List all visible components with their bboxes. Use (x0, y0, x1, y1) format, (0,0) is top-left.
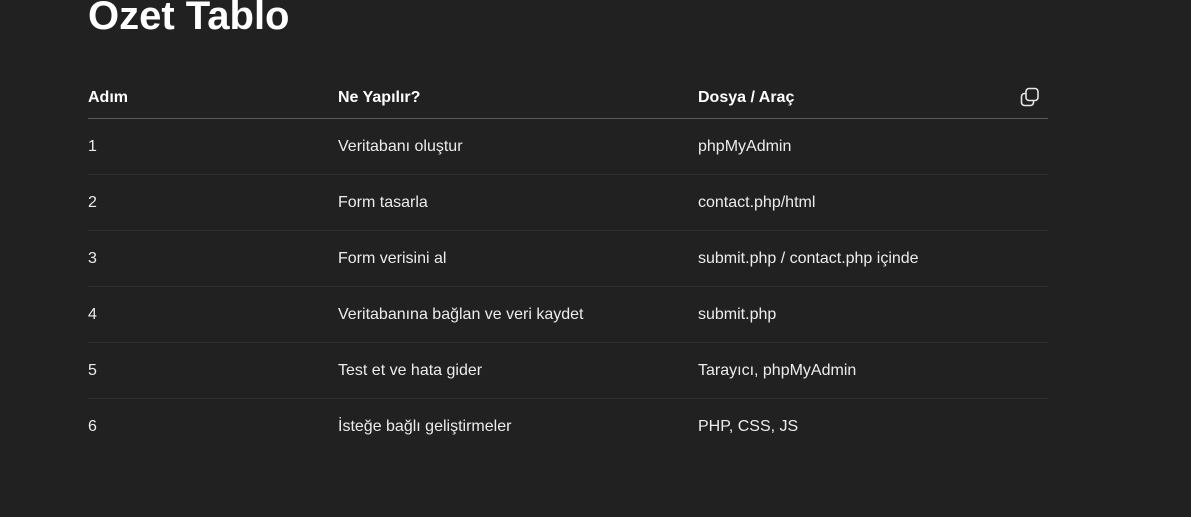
cell-step: 1 (88, 118, 338, 175)
page: Özet Tablo Adım Ne Yapılır? Dosya / Araç… (0, 0, 1191, 517)
cell-step: 2 (88, 174, 338, 231)
cell-what: İsteğe bağlı geliştirmeler (338, 417, 512, 435)
copy-table-button[interactable] (1019, 86, 1041, 108)
cell-tool: contact.php/html (698, 174, 1048, 231)
page-title: Özet Tablo (88, 0, 290, 38)
cell-what: Veritabanına bağlan ve veri kaydet (338, 286, 698, 343)
table-header-row: Adım Ne Yapılır? Dosya / Araç (88, 78, 1048, 119)
table-row: 6 İsteğe bağlı geliştirmeler PHP, CSS, J… (88, 399, 1048, 455)
table-row: 3 Form verisini al submit.php / contact.… (88, 230, 1048, 287)
copy-icon (1020, 87, 1039, 107)
cell-what: Test et ve hata gider (338, 342, 698, 399)
cell-what: Form tasarla (338, 174, 698, 231)
cell-tool: Tarayıcı, phpMyAdmin (698, 342, 1048, 399)
column-header-step: Adım (88, 78, 338, 119)
table-row: 2 Form tasarla contact.php/html (88, 174, 1048, 231)
table-row: 1 Veritabanı oluştur phpMyAdmin (88, 118, 1048, 175)
summary-table-container: Adım Ne Yapılır? Dosya / Araç 1 Veritaba… (88, 78, 1048, 454)
cell-tool: submit.php (698, 286, 1048, 343)
cell-step: 6 (88, 417, 97, 435)
cell-tool: phpMyAdmin (698, 118, 1048, 175)
summary-table: Adım Ne Yapılır? Dosya / Araç 1 Veritaba… (88, 78, 1048, 454)
column-header-tool: Dosya / Araç (698, 78, 1048, 119)
cell-tool: PHP, CSS, JS (698, 417, 799, 435)
cell-what: Form verisini al (338, 230, 698, 287)
cell-what: Veritabanı oluştur (338, 118, 698, 175)
cell-step: 5 (88, 342, 338, 399)
table-row: 5 Test et ve hata gider Tarayıcı, phpMyA… (88, 342, 1048, 399)
cell-tool: submit.php / contact.php içinde (698, 230, 1048, 287)
table-row: 4 Veritabanına bağlan ve veri kaydet sub… (88, 286, 1048, 343)
cell-step: 4 (88, 286, 338, 343)
cell-step: 3 (88, 230, 338, 287)
column-header-what: Ne Yapılır? (338, 78, 698, 119)
